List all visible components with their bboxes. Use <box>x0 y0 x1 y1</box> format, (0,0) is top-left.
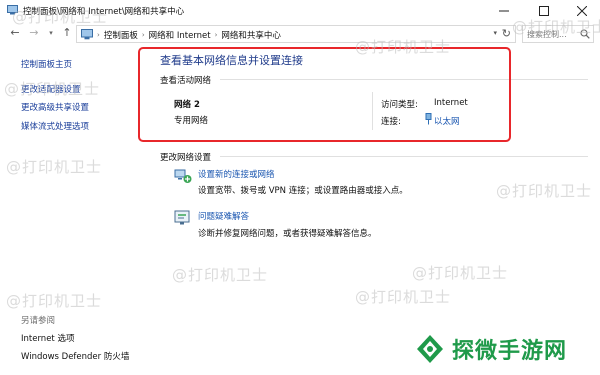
refresh-icon[interactable]: ↻ <box>502 27 511 40</box>
watermark: @打印机卫士 <box>355 38 452 56</box>
breadcrumb-item-sharing-center[interactable]: 网络和共享中心 <box>221 29 281 41</box>
watermark: @打印机卫士 <box>512 18 600 36</box>
see-also-label: 另请参阅 <box>21 316 56 326</box>
address-dropdown-chevron-icon[interactable]: ▾ <box>493 29 497 37</box>
brand-logo-icon <box>417 335 443 363</box>
brand-logo-area: 探微手游网 <box>414 333 567 365</box>
close-icon <box>577 6 587 16</box>
minimize-icon <box>499 10 509 12</box>
sidebar-item-media-streaming[interactable]: 媒体流式处理选项 <box>21 120 89 132</box>
control-panel-icon <box>81 29 93 40</box>
back-arrow-icon[interactable]: ← <box>8 26 22 40</box>
troubleshoot-icon <box>174 210 190 225</box>
task-troubleshoot-description: 诊断并修复网络问题，或者获得疑难解答信息。 <box>198 229 377 239</box>
task-new-connection-description: 设置宽带、拨号或 VPN 连接；或设置路由器或接入点。 <box>198 186 408 196</box>
watermark: @打印机卫士 <box>12 8 109 26</box>
forward-arrow-icon[interactable]: → <box>27 26 41 40</box>
sidebar-item-internet-options[interactable]: Internet 选项 <box>21 332 74 344</box>
section-divider <box>220 156 588 157</box>
watermark: @打印机卫士 <box>412 264 509 282</box>
highlight-box <box>138 47 511 142</box>
breadcrumb-chevron-icon: › <box>214 31 218 39</box>
breadcrumb-item-network-internet[interactable]: 网络和 Internet <box>149 29 211 41</box>
recent-locations-chevron-icon[interactable]: ▾ <box>44 26 58 40</box>
maximize-icon <box>539 6 549 16</box>
sidebar-item-control-panel-home[interactable]: 控制面板主页 <box>21 58 72 70</box>
up-arrow-icon[interactable]: ↑ <box>60 26 74 40</box>
watermark: @打印机卫士 <box>6 158 103 176</box>
brand-text: 探微手游网 <box>452 339 568 364</box>
watermark: @打印机卫士 <box>172 266 269 284</box>
sidebar-item-defender-firewall[interactable]: Windows Defender 防火墙 <box>21 350 129 362</box>
breadcrumb: › 控制面板 › 网络和 Internet › 网络和共享中心 <box>97 29 281 41</box>
breadcrumb-chevron-icon: › <box>97 31 100 39</box>
change-settings-label: 更改网络设置 <box>160 153 212 163</box>
watermark: @打印机卫士 <box>496 182 593 200</box>
breadcrumb-item-control-panel[interactable]: 控制面板 <box>104 29 138 41</box>
watermark: @打印机卫士 <box>4 80 101 98</box>
new-connection-icon <box>174 169 192 183</box>
task-troubleshoot-link[interactable]: 问题疑难解答 <box>198 210 249 222</box>
sidebar-item-advanced-sharing[interactable]: 更改高级共享设置 <box>21 101 89 113</box>
breadcrumb-chevron-icon: › <box>141 31 145 39</box>
watermark: @打印机卫士 <box>6 292 103 310</box>
task-new-connection-link[interactable]: 设置新的连接或网络 <box>198 168 275 180</box>
watermark: @打印机卫士 <box>355 288 452 306</box>
